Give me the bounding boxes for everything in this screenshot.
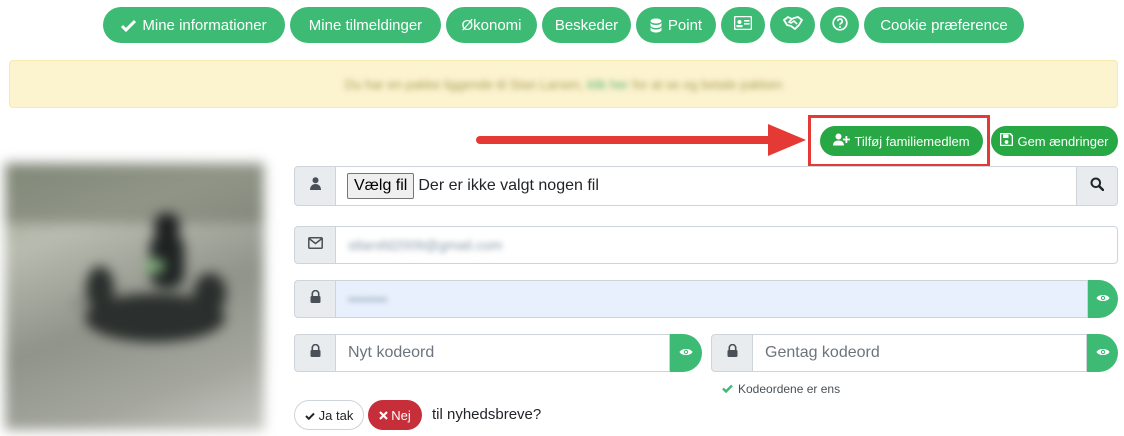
banner-text: Du har en pakke liggende til Stan Larsen…: [344, 76, 584, 92]
user-plus-icon: [833, 133, 854, 149]
password-match-note: Kodeordene er ens: [722, 382, 840, 396]
nav-mine-tilmeldinger-button[interactable]: Mine tilmeldinger: [290, 7, 441, 43]
file-upload-row: Vælg fil Der er ikke valgt nogen fil: [294, 166, 1118, 206]
question-circle-icon: [831, 15, 848, 35]
annotation-arrow: [476, 124, 806, 156]
user-icon-addon: [294, 166, 336, 206]
envelope-icon: [307, 236, 323, 254]
check-icon: [722, 382, 738, 396]
password-field[interactable]: ••••••••: [335, 280, 1088, 318]
newsletter-no-button[interactable]: Nej: [368, 400, 422, 430]
id-card-icon: [733, 15, 753, 34]
password-row: ••••••••: [294, 280, 1118, 318]
lock-icon: [310, 289, 321, 308]
repeat-password-row: Gentag kodeord: [711, 334, 1118, 372]
envelope-icon-addon: [294, 226, 336, 264]
newsletter-question: til nyhedsbreve?: [432, 406, 542, 423]
nav-beskeder-button[interactable]: Beskeder: [542, 7, 631, 43]
nav-help-button[interactable]: [820, 7, 859, 43]
new-password-placeholder: Nyt kodeord: [348, 344, 435, 361]
show-password-button[interactable]: [1088, 280, 1118, 318]
lock-icon-addon: [294, 280, 336, 318]
show-repeat-password-button[interactable]: [1087, 334, 1118, 372]
show-new-password-button[interactable]: [670, 334, 702, 372]
email-value: stlarsfd2009@gmail.com: [348, 237, 503, 253]
profile-photo: [5, 163, 264, 430]
nav-label: Beskeder: [554, 16, 619, 34]
file-status-text: Der er ikke valgt nogen fil: [418, 177, 599, 194]
user-icon: [309, 177, 321, 195]
lock-icon-addon: [711, 334, 753, 372]
lock-icon-addon: [294, 334, 336, 372]
nav-label: Mine tilmeldinger: [308, 16, 423, 34]
newsletter-yes-label: Ja tak: [318, 407, 354, 423]
password-value: ••••••••: [348, 291, 388, 307]
search-icon: [1090, 177, 1105, 196]
eye-icon: [679, 344, 693, 362]
save-changes-button[interactable]: Gem ændringer: [991, 126, 1118, 156]
choose-file-button[interactable]: Vælg fil: [347, 173, 415, 199]
password-match-text: Kodeordene er ens: [738, 382, 841, 396]
email-row: stlarsfd2009@gmail.com: [294, 226, 1118, 264]
handshake-icon: [782, 16, 803, 34]
nav-okonomi-button[interactable]: Økonomi: [446, 7, 537, 43]
lock-icon: [727, 343, 738, 362]
nav-cookie-preference-button[interactable]: Cookie præference: [864, 7, 1024, 43]
banner-text-end: for at se og betale pakken: [632, 76, 783, 92]
close-icon: [379, 408, 391, 423]
eye-icon: [1096, 344, 1110, 362]
nav-mine-informationer-button[interactable]: Mine informationer: [103, 7, 285, 43]
new-password-field[interactable]: Nyt kodeord: [335, 334, 670, 372]
newsletter-no-label: Nej: [391, 407, 411, 423]
nav-label: Cookie præference: [880, 16, 1008, 34]
file-input[interactable]: Vælg fil Der er ikke valgt nogen fil: [335, 166, 1077, 206]
add-family-member-label: Tilføj familiemedlem: [854, 133, 970, 149]
repeat-password-field[interactable]: Gentag kodeord: [752, 334, 1087, 372]
email-field[interactable]: stlarsfd2009@gmail.com: [335, 226, 1118, 264]
nav-label: Point: [667, 16, 703, 34]
nav-label: Mine informationer: [142, 16, 267, 34]
repeat-password-placeholder: Gentag kodeord: [765, 344, 880, 361]
search-button[interactable]: [1076, 166, 1118, 206]
coins-icon: [650, 18, 662, 33]
newsletter-yes-button[interactable]: Ja tak: [294, 400, 364, 430]
nav-id-card-button[interactable]: [721, 7, 765, 43]
nav-handshake-button[interactable]: [770, 7, 815, 43]
eye-icon: [1096, 290, 1110, 308]
top-navigation: Mine informationer Mine tilmeldinger Øko…: [0, 7, 1124, 43]
nav-point-button[interactable]: Point: [636, 7, 716, 43]
notification-banner: Du har en pakke liggende til Stan Larsen…: [9, 60, 1118, 108]
save-changes-label: Gem ændringer: [1017, 133, 1109, 149]
floppy-disk-icon: [1000, 132, 1017, 149]
lock-icon: [310, 343, 321, 362]
check-icon: [304, 408, 319, 423]
new-password-row: Nyt kodeord: [294, 334, 702, 372]
add-family-member-button[interactable]: Tilføj familiemedlem: [820, 126, 983, 156]
nav-label: Økonomi: [461, 16, 522, 34]
check-icon: [121, 19, 137, 32]
banner-link[interactable]: klik her: [587, 77, 628, 92]
